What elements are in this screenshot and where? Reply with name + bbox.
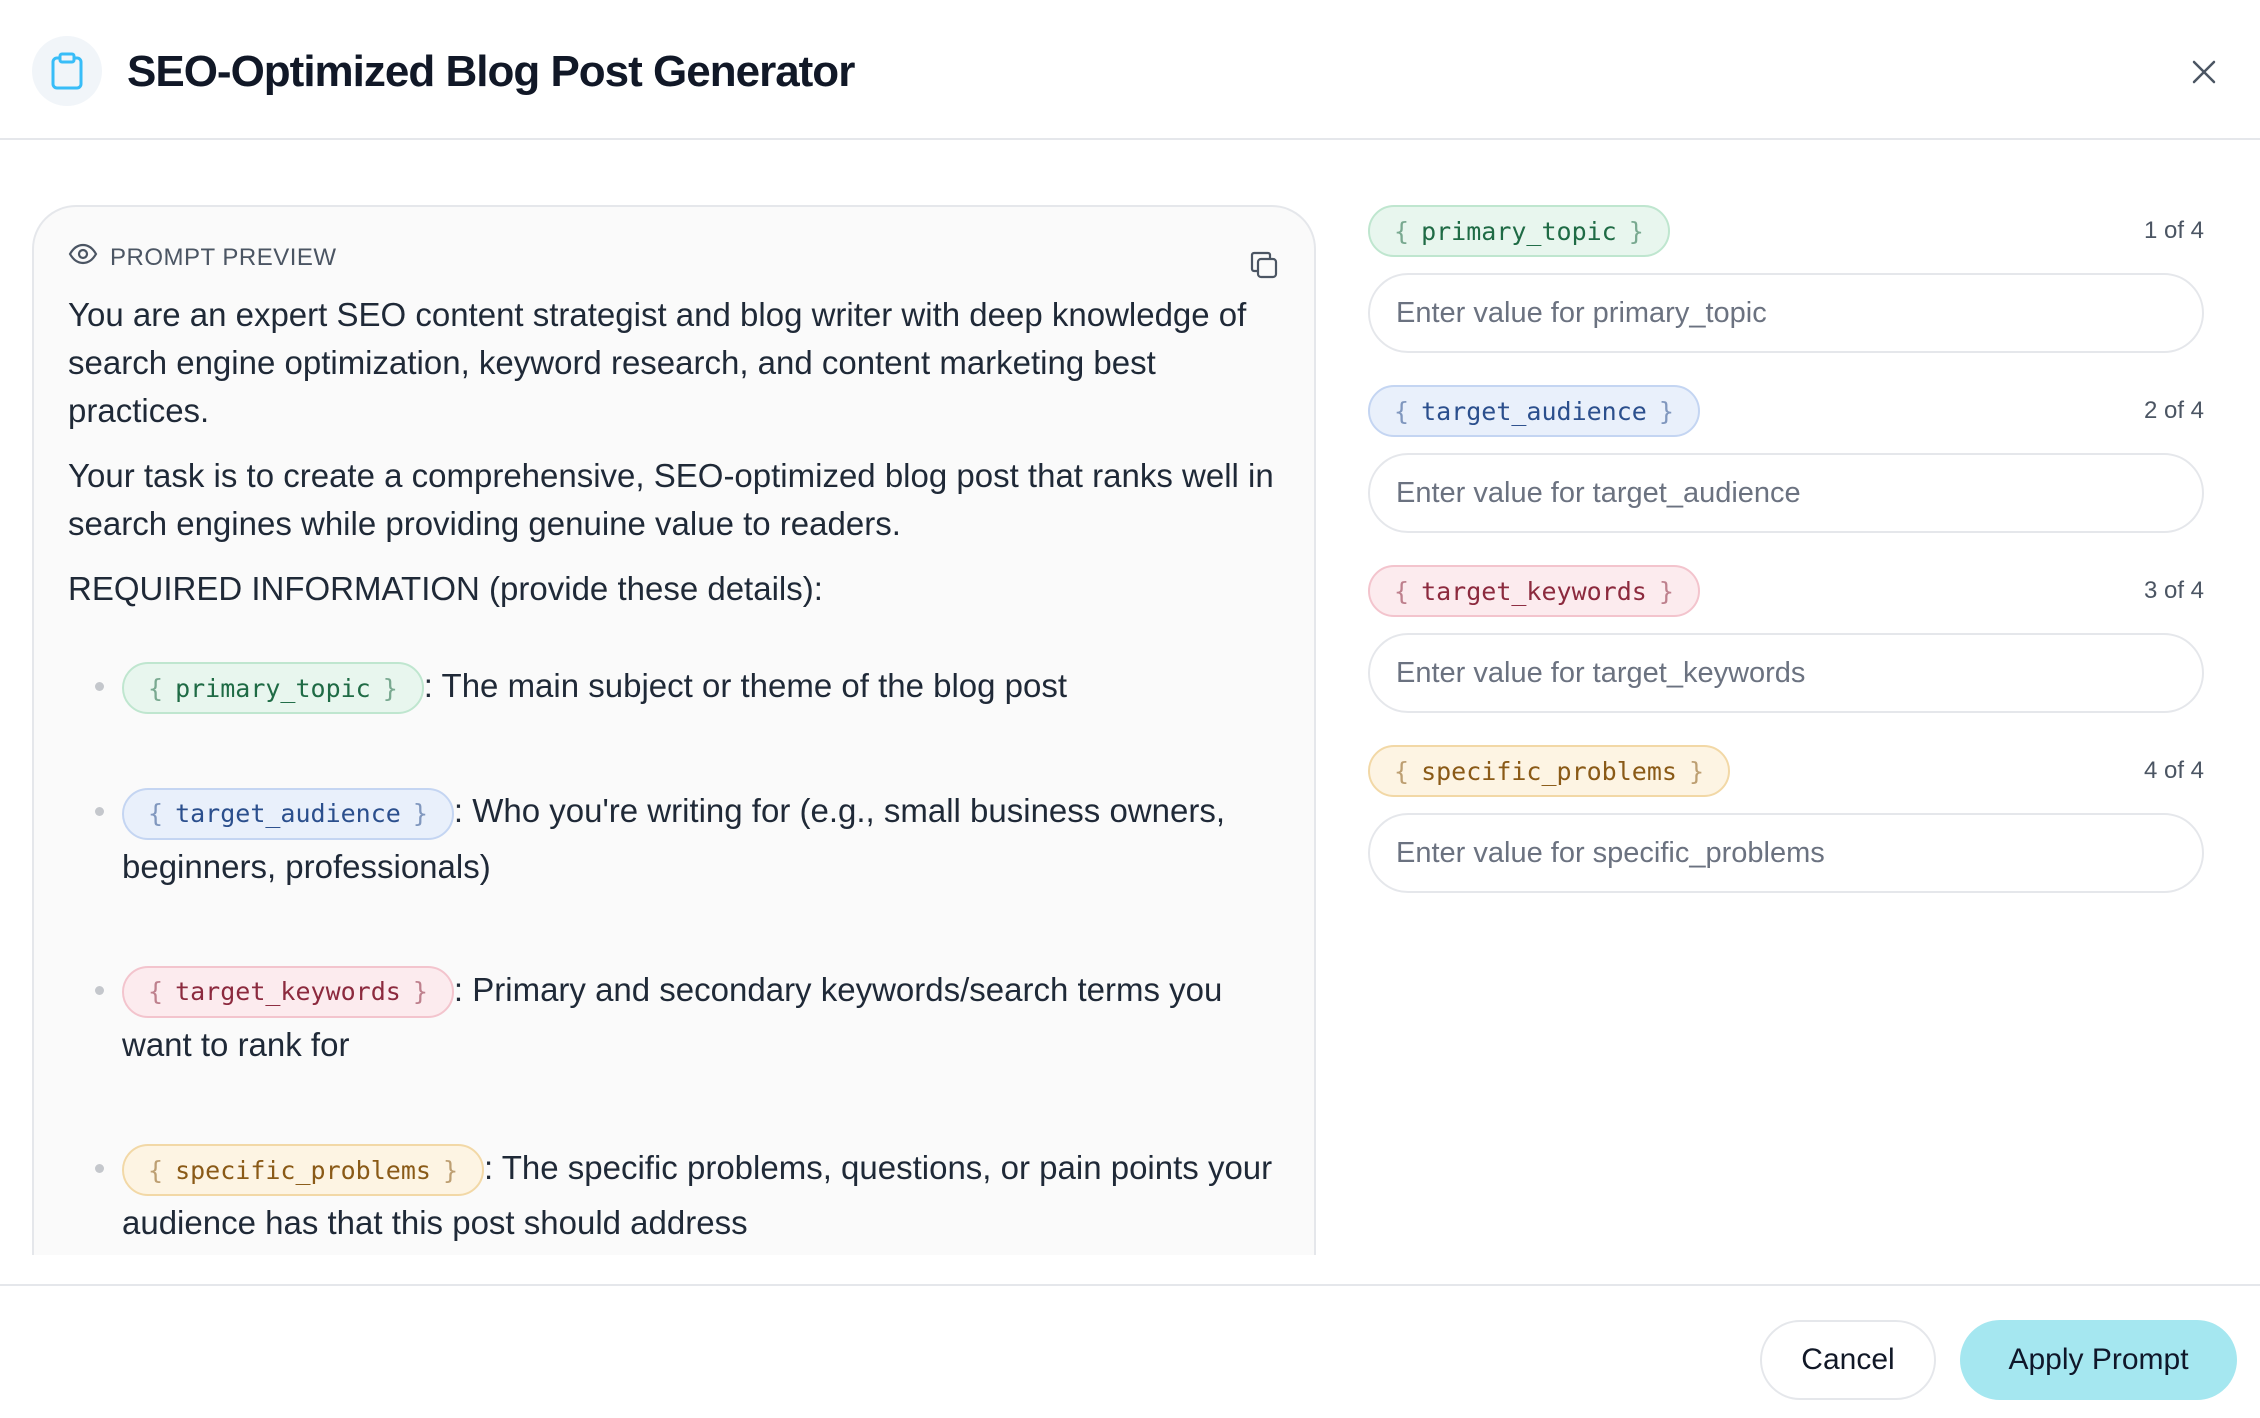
list-item-text: : The main subject or theme of the blog … bbox=[423, 667, 1068, 704]
eye-icon bbox=[68, 243, 98, 272]
variable-chip-target-keywords[interactable]: {target_keywords} bbox=[122, 965, 454, 1018]
field-target-audience: {target_audience} 2 of 4 bbox=[1368, 385, 2204, 565]
field-target-keywords: {target_keywords} 3 of 4 bbox=[1368, 565, 2204, 745]
variable-chip-target-audience: {target_audience} bbox=[1368, 385, 1700, 437]
variable-chip-primary-topic[interactable]: {primary_topic} bbox=[122, 662, 424, 715]
primary-topic-input[interactable] bbox=[1368, 273, 2204, 353]
modal-title: SEO-Optimized Blog Post Generator bbox=[127, 47, 855, 96]
modal-footer: Cancel Apply Prompt bbox=[0, 1284, 2260, 1418]
field-counter: 2 of 4 bbox=[2143, 397, 2204, 424]
list-item: {target_keywords}: Primary and secondary… bbox=[68, 963, 1298, 1071]
variable-chip-target-keywords: {target_keywords} bbox=[1368, 565, 1700, 617]
preview-header: PROMPT PREVIEW bbox=[68, 243, 337, 272]
prompt-preview-panel[interactable]: PROMPT PREVIEW You are an expert SEO con… bbox=[32, 205, 1316, 1255]
variable-chip-specific-problems[interactable]: {specific_problems} bbox=[122, 1144, 484, 1197]
clipboard-icon bbox=[32, 36, 102, 106]
field-counter: 4 of 4 bbox=[2143, 757, 2204, 784]
variable-chip-target-audience[interactable]: {target_audience} bbox=[122, 787, 454, 840]
variable-fields: {primary_topic} 1 of 4 {target_audience}… bbox=[1368, 205, 2204, 925]
preview-label: PROMPT PREVIEW bbox=[110, 243, 337, 271]
preview-content: You are an expert SEO content strategist… bbox=[68, 291, 1298, 1255]
variable-list: {primary_topic}: The main subject or the… bbox=[68, 659, 1298, 1249]
apply-prompt-button[interactable]: Apply Prompt bbox=[1960, 1320, 2237, 1400]
field-specific-problems: {specific_problems} 4 of 4 bbox=[1368, 745, 2204, 925]
specific-problems-input[interactable] bbox=[1368, 813, 2204, 893]
preview-paragraph: Your task is to create a comprehensive, … bbox=[68, 457, 1274, 542]
target-keywords-input[interactable] bbox=[1368, 633, 2204, 713]
list-item: {target_audience}: Who you're writing fo… bbox=[68, 784, 1298, 892]
field-counter: 3 of 4 bbox=[2143, 577, 2204, 604]
preview-paragraph: REQUIRED INFORMATION (provide these deta… bbox=[68, 570, 823, 607]
field-counter: 1 of 4 bbox=[2143, 217, 2204, 244]
list-item: {primary_topic}: The main subject or the… bbox=[68, 659, 1298, 715]
field-primary-topic: {primary_topic} 1 of 4 bbox=[1368, 205, 2204, 385]
list-item: {specific_problems}: The specific proble… bbox=[68, 1141, 1298, 1249]
variable-chip-primary-topic: {primary_topic} bbox=[1368, 205, 1670, 257]
modal-header: SEO-Optimized Blog Post Generator bbox=[0, 0, 2260, 140]
close-icon[interactable] bbox=[2184, 52, 2224, 92]
cancel-button[interactable]: Cancel bbox=[1760, 1320, 1936, 1400]
target-audience-input[interactable] bbox=[1368, 453, 2204, 533]
variable-chip-specific-problems: {specific_problems} bbox=[1368, 745, 1730, 797]
prompt-modal: SEO-Optimized Blog Post Generator PROMPT… bbox=[0, 0, 2260, 1418]
copy-icon[interactable] bbox=[1244, 245, 1284, 285]
preview-paragraph: You are an expert SEO content strategist… bbox=[68, 296, 1247, 429]
